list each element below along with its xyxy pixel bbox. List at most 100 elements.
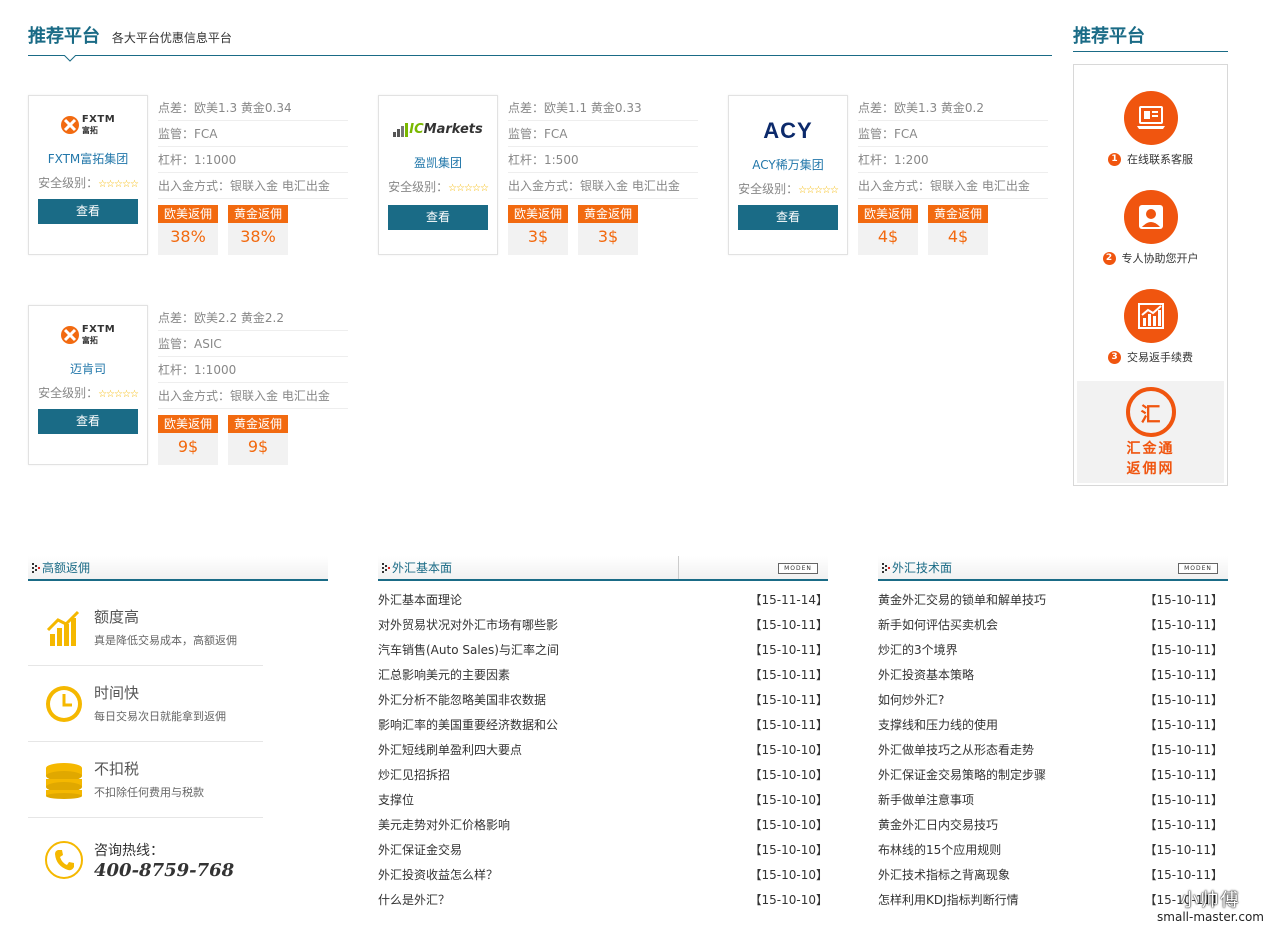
news-item[interactable]: 支撑线和压力线的使用 【15-10-11】 (878, 713, 1223, 738)
news-title[interactable]: 如何炒外汇? (878, 693, 944, 707)
news-title[interactable]: 什么是外汇？ (378, 893, 450, 907)
news-item[interactable]: 美元走势对外汇价格影响 【15-10-10】 (378, 813, 828, 838)
news-item[interactable]: 外汇做单技巧之从形态看走势 【15-10-11】 (878, 738, 1223, 763)
safety-rating: 安全级别：☆☆☆☆☆ (379, 178, 497, 195)
step-contact-service[interactable]: 1 在线联系客服 (1074, 91, 1227, 167)
platform-card: ACY ACY稀万集团 安全级别：☆☆☆☆☆ 查看 点差：欧美1.3 黄金0.2… (728, 95, 1058, 255)
leverage-info: 杠杆：1:200 (858, 147, 1048, 173)
news-item[interactable]: 外汇分析不能忽略美国非农数据 【15-10-11】 (378, 688, 828, 713)
star-icons: ☆☆☆☆☆ (98, 179, 139, 190)
news-title[interactable]: 外汇短线刷单盈利四大要点 (378, 743, 522, 757)
view-button[interactable]: 查看 (738, 205, 838, 230)
news-title[interactable]: 外汇技术指标之背离现象 (878, 868, 1010, 882)
news-item[interactable]: 外汇投资基本策略 【15-10-11】 (878, 663, 1223, 688)
platform-logo[interactable]: FXTM 富拓 (29, 314, 147, 356)
star-icons: ☆☆☆☆☆ (448, 183, 489, 194)
news-item[interactable]: 支撑位 【15-10-10】 (378, 788, 828, 813)
news-title[interactable]: 外汇分析不能忽略美国非农数据 (378, 693, 546, 707)
news-title[interactable]: 怎样利用KDJ指标判断行情 (878, 893, 1019, 907)
more-button[interactable]: MODEN (1178, 563, 1218, 574)
news-title[interactable]: 汇总影响美元的主要因素 (378, 668, 510, 682)
news-item[interactable]: 如何炒外汇? 【15-10-11】 (878, 688, 1223, 713)
news-item[interactable]: 新手如何评估买卖机会 【15-10-11】 (878, 613, 1223, 638)
features-panel: 高额返佣 (28, 556, 328, 581)
news-item[interactable]: 外汇基本面理论 【15-11-14】 (378, 588, 828, 613)
news-title[interactable]: 对外贸易状况对外汇市场有哪些影 (378, 618, 558, 632)
sidebar-steps: 1 在线联系客服 2 专人协助您开户 3 交易返手续费 汇 汇金通 返佣网 (1073, 64, 1228, 486)
news-item[interactable]: 外汇保证金交易策略的制定步骤 【15-10-11】 (878, 763, 1223, 788)
clock-icon (46, 686, 82, 722)
regulation-info: 监管：FCA (858, 121, 1048, 147)
news-title[interactable]: 外汇基本面理论 (378, 593, 462, 607)
platform-name[interactable]: 迈肯司 (29, 360, 147, 378)
hotline-number[interactable]: 400-8759-768 (94, 860, 234, 881)
news-item[interactable]: 炒汇见招拆招 【15-10-10】 (378, 763, 828, 788)
news-title[interactable]: 黄金外汇日内交易技巧 (878, 818, 998, 832)
feature-item: 不扣税 不扣除任何费用与税款 (28, 742, 263, 818)
platform-logo-box[interactable]: FXTM 富拓 FXTM富拓集团 安全级别：☆☆☆☆☆ 查看 (28, 95, 148, 255)
fxtm-logo: FXTM 富拓 (60, 114, 115, 136)
news-date: 【15-10-11】 (1144, 743, 1223, 757)
news-title[interactable]: 外汇投资基本策略 (878, 668, 974, 682)
news-title[interactable]: 外汇保证金交易策略的制定步骤 (878, 768, 1046, 782)
news-item[interactable]: 炒汇的3个境界 【15-10-11】 (878, 638, 1223, 663)
platform-name[interactable]: FXTM富拓集团 (29, 150, 147, 168)
platform-logo-box[interactable]: ACY ACY稀万集团 安全级别：☆☆☆☆☆ 查看 (728, 95, 848, 255)
news-title[interactable]: 外汇保证金交易 (378, 843, 462, 857)
news-date: 【15-10-11】 (1144, 693, 1223, 707)
news-title[interactable]: 外汇做单技巧之从形态看走势 (878, 743, 1034, 757)
news-title[interactable]: 支撑位 (378, 793, 414, 807)
brand-logo-block[interactable]: 汇 汇金通 返佣网 (1077, 381, 1224, 483)
news-title[interactable]: 美元走势对外汇价格影响 (378, 818, 510, 832)
news-item[interactable]: 外汇技术指标之背离现象 【15-10-11】 (878, 863, 1223, 888)
platform-name[interactable]: ACY稀万集团 (729, 156, 847, 174)
computer-icon[interactable] (1123, 91, 1178, 145)
news-item[interactable]: 汽车销售(Auto Sales)与汇率之间 【15-10-11】 (378, 638, 828, 663)
rebate-eu-label: 欧美返佣 (858, 205, 918, 223)
person-icon[interactable] (1123, 190, 1178, 244)
news-date: 【15-10-11】 (1144, 618, 1223, 632)
view-button[interactable]: 查看 (388, 205, 488, 230)
news-date: 【15-11-14】 (749, 593, 828, 607)
view-button[interactable]: 查看 (38, 199, 138, 224)
news-item[interactable]: 外汇投资收益怎么样？ 【15-10-10】 (378, 863, 828, 888)
news-title[interactable]: 炒汇的3个境界 (878, 643, 958, 657)
news-item[interactable]: 新手做单注意事项 【15-10-11】 (878, 788, 1223, 813)
platform-logo[interactable]: IC Markets (379, 108, 497, 150)
news-title[interactable]: 外汇投资收益怎么样？ (378, 868, 498, 882)
news-item[interactable]: 黄金外汇日内交易技巧 【15-10-11】 (878, 813, 1223, 838)
bar-chart-icon[interactable] (1123, 289, 1178, 343)
step-account-help[interactable]: 2 专人协助您开户 (1074, 190, 1227, 266)
view-button[interactable]: 查看 (38, 409, 138, 434)
brand-name-line1: 汇金通 (1126, 441, 1175, 457)
platform-name[interactable]: 盈凯集团 (379, 154, 497, 172)
platform-card: FXTM 富拓 迈肯司 安全级别：☆☆☆☆☆ 查看 点差：欧美2.2 黄金2.2 … (28, 305, 358, 465)
bullet-icon (882, 563, 890, 573)
platform-logo[interactable]: FXTM 富拓 (29, 104, 147, 146)
news-item[interactable]: 外汇保证金交易 【15-10-10】 (378, 838, 828, 863)
news-item[interactable]: 汇总影响美元的主要因素 【15-10-11】 (378, 663, 828, 688)
news-title[interactable]: 支撑线和压力线的使用 (878, 718, 998, 732)
step-fee-rebate[interactable]: 3 交易返手续费 (1074, 289, 1227, 365)
news-title[interactable]: 新手如何评估买卖机会 (878, 618, 998, 632)
platform-logo[interactable]: ACY (729, 110, 847, 152)
platform-logo-box[interactable]: FXTM 富拓 迈肯司 安全级别：☆☆☆☆☆ 查看 (28, 305, 148, 465)
news-title[interactable]: 黄金外汇交易的锁单和解单技巧 (878, 593, 1046, 607)
news-title[interactable]: 新手做单注意事项 (878, 793, 974, 807)
step-text: 专人协助您开户 (1121, 252, 1199, 265)
news-item[interactable]: 黄金外汇交易的锁单和解单技巧 【15-10-11】 (878, 588, 1223, 613)
news-item[interactable]: 什么是外汇？ 【15-10-10】 (378, 888, 828, 913)
news-item[interactable]: 对外贸易状况对外汇市场有哪些影 【15-10-11】 (378, 613, 828, 638)
news-title[interactable]: 影响汇率的美国重要经济数据和公 (378, 718, 558, 732)
news-item[interactable]: 外汇短线刷单盈利四大要点 【15-10-10】 (378, 738, 828, 763)
news-title[interactable]: 布林线的15个应用规则 (878, 843, 1001, 857)
more-button[interactable]: MODEN (778, 563, 818, 574)
platform-logo-box[interactable]: IC Markets 盈凯集团 安全级别：☆☆☆☆☆ 查看 (378, 95, 498, 255)
news-title[interactable]: 炒汇见招拆招 (378, 768, 450, 782)
news-item[interactable]: 布林线的15个应用规则 【15-10-11】 (878, 838, 1223, 863)
news-title[interactable]: 汽车销售(Auto Sales)与汇率之间 (378, 643, 559, 657)
news-item[interactable]: 影响汇率的美国重要经济数据和公 【15-10-11】 (378, 713, 828, 738)
rebate-eu: 欧美返佣 38% (158, 205, 218, 255)
section-title: 推荐平台 (28, 26, 100, 47)
watermark-logo-text: 小帅傅 (1180, 890, 1241, 911)
